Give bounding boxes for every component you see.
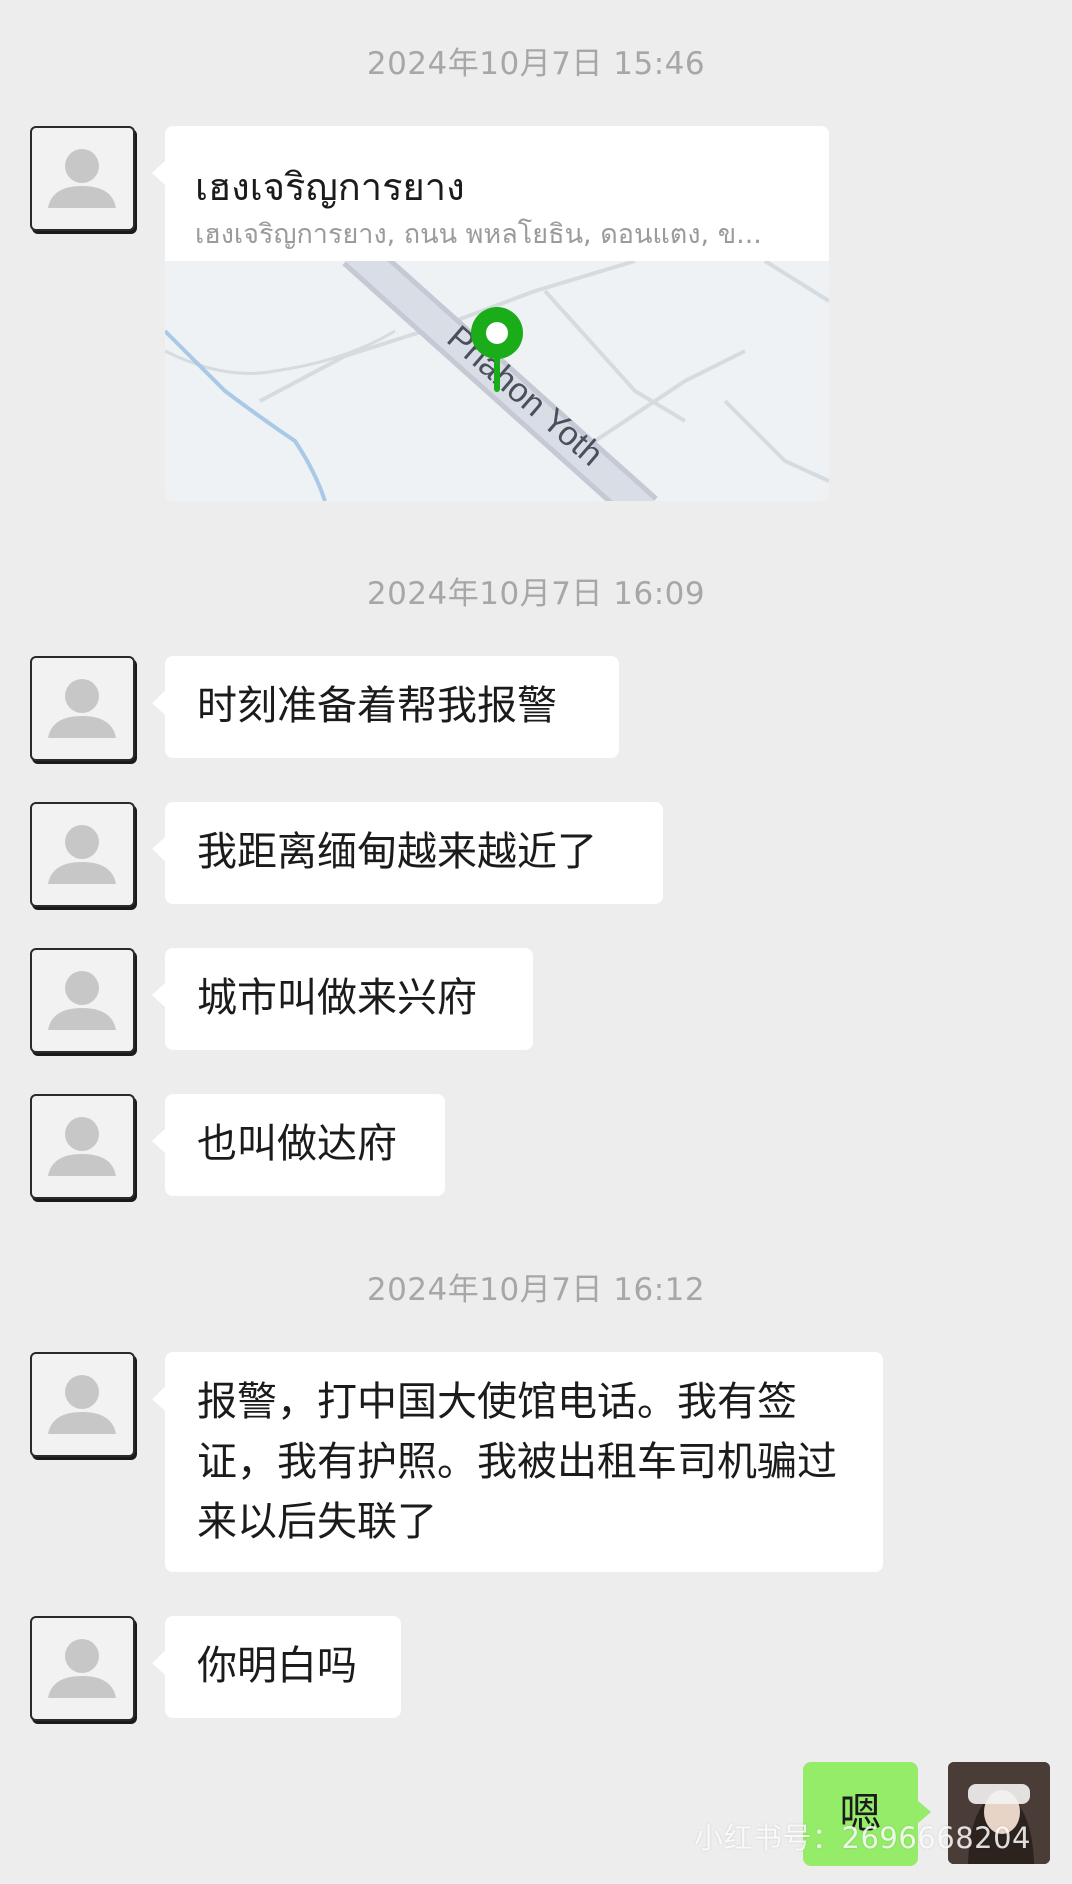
contact-avatar[interactable] <box>30 802 135 907</box>
location-map-preview[interactable]: Phahon Yoth <box>165 236 829 501</box>
message-bubble[interactable]: 时刻准备着帮我报警 <box>152 656 619 758</box>
message-bubble[interactable]: 你明白吗 <box>152 1616 401 1718</box>
location-address: เฮงเจริญการยาง, ถนน พหลโยธิน, ดอนแตง, ข.… <box>195 219 762 250</box>
contact-avatar[interactable] <box>30 1094 135 1199</box>
message-bubble[interactable]: 我距离缅甸越来越近了 <box>152 802 663 904</box>
default-person-icon <box>48 825 116 884</box>
default-person-icon <box>48 1639 116 1698</box>
message-bubble[interactable]: 城市叫做来兴府 <box>152 948 533 1050</box>
location-title: เฮงเจริญการยาง <box>195 165 465 209</box>
location-message-card[interactable]: เฮงเจริญการยาง เฮงเจริญการยาง, ถนน พหลโย… <box>165 126 829 501</box>
default-person-icon <box>48 1375 116 1434</box>
contact-avatar[interactable] <box>30 1616 135 1721</box>
watermark-text: 小红书号：2696668204 <box>694 1821 1032 1855</box>
contact-avatar[interactable] <box>30 126 135 231</box>
contact-avatar[interactable] <box>30 1352 135 1457</box>
map-image: Phahon Yoth <box>165 236 829 501</box>
message-bubble[interactable]: 也叫做达府 <box>152 1094 445 1196</box>
default-person-icon <box>48 1117 116 1176</box>
default-person-icon <box>48 149 116 208</box>
default-person-icon <box>48 679 116 738</box>
message-bubble[interactable]: 报警，打中国大使馆电话。我有签证，我有护照。我被出租车司机骗过来以后失联了 <box>152 1352 883 1572</box>
default-person-icon <box>48 971 116 1030</box>
bubble-tail <box>152 160 166 186</box>
timestamp: 2024年10月7日 15:46 <box>366 46 706 82</box>
timestamp: 2024年10月7日 16:09 <box>366 576 706 612</box>
contact-avatar[interactable] <box>30 656 135 761</box>
timestamp: 2024年10月7日 16:12 <box>366 1272 706 1308</box>
contact-avatar[interactable] <box>30 948 135 1053</box>
